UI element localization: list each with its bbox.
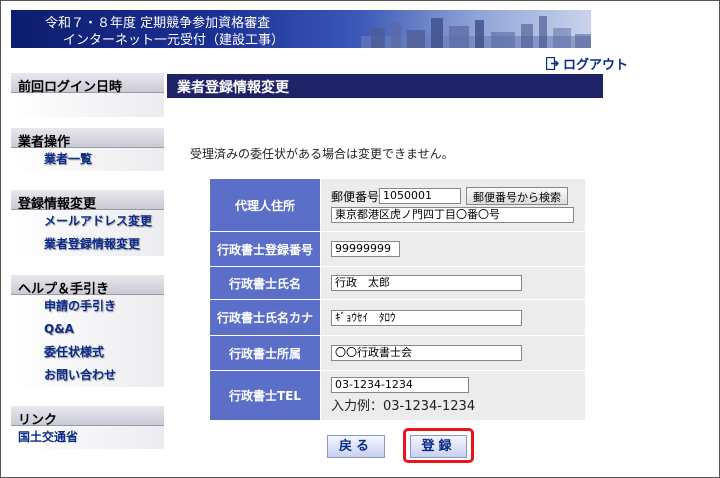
sidebar-section-help: ヘルプ＆手引き 申請の手引き Q&A 委任状様式 お問い合わせ xyxy=(11,275,164,387)
sidebar-item-company-list[interactable]: 業者一覧 xyxy=(11,148,164,171)
sidebar-last-login: 前回ログイン日時 xyxy=(11,73,164,117)
last-login-value xyxy=(11,93,164,117)
sidebar-heading-help: ヘルプ＆手引き xyxy=(11,275,164,297)
logout-icon xyxy=(546,57,559,70)
sidebar-item-qa[interactable]: Q&A xyxy=(11,318,164,341)
logout-link[interactable]: ログアウト xyxy=(546,54,628,73)
sidebar-item-contact[interactable]: お問い合わせ xyxy=(11,364,164,387)
notice-text: 受理済みの委任状がある場合は変更できません。 xyxy=(190,147,454,161)
row-kana: 行政書士氏名カナ ｷﾞｮｳｾｲ ﾀﾛｳ xyxy=(209,299,586,336)
tel-example-text: 入力例：03-1234-1234 xyxy=(331,399,476,414)
sidebar-heading-ops: 業者操作 xyxy=(11,128,164,150)
postal-code-input[interactable]: 1050001 xyxy=(379,188,462,204)
sidebar-item-proxy-form[interactable]: 委任状様式 xyxy=(11,341,164,364)
name-label: 行政書士氏名 xyxy=(209,266,321,300)
office-input[interactable]: 〇〇行政書士会 xyxy=(331,345,522,361)
row-tel: 行政書士TEL 03-1234-1234 入力例：03-1234-1234 xyxy=(209,370,586,421)
header-title-line2: インターネット一元受付（建設工事） xyxy=(63,33,285,48)
sidebar-item-email-change[interactable]: メールアドレス変更 xyxy=(11,210,164,233)
tel-input[interactable]: 03-1234-1234 xyxy=(331,377,469,393)
sidebar-item-guide[interactable]: 申請の手引き xyxy=(11,295,164,318)
address-input[interactable]: 東京都港区虎ノ門四丁目〇番〇号 xyxy=(331,207,574,223)
sidebar-heading-link: リンク xyxy=(11,406,164,428)
postal-search-button[interactable]: 郵便番号から検索 xyxy=(466,187,569,205)
sidebar-item-company-info-change[interactable]: 業者登録情報変更 xyxy=(11,233,164,256)
kana-label: 行政書士氏名カナ xyxy=(209,299,321,336)
sidebar-item-mlit[interactable]: 国土交通省 xyxy=(11,426,164,449)
sidebar-heading-reg: 登録情報変更 xyxy=(11,190,164,212)
address-label: 代理人住所 xyxy=(209,178,321,232)
reg-no-input[interactable]: 99999999 xyxy=(331,241,400,257)
row-address: 代理人住所 郵便番号 1050001 郵便番号から検索 東京都港区虎ノ門四丁目〇… xyxy=(209,178,586,232)
row-name: 行政書士氏名 行政 太郎 xyxy=(209,266,586,300)
row-reg-no: 行政書士登録番号 99999999 xyxy=(209,231,586,267)
sidebar-section-reg: 登録情報変更 メールアドレス変更 業者登録情報変更 xyxy=(11,190,164,256)
reg-no-label: 行政書士登録番号 xyxy=(209,231,321,267)
postal-label: 郵便番号 xyxy=(331,189,380,204)
page-title: 業者登録情報変更 xyxy=(167,74,603,98)
row-office: 行政書士所属 〇〇行政書士会 xyxy=(209,335,586,371)
sidebar-section-link: リンク 国土交通省 xyxy=(11,406,164,449)
city-skyline-image xyxy=(361,16,591,48)
name-input[interactable]: 行政 太郎 xyxy=(331,275,522,291)
logout-label[interactable]: ログアウト xyxy=(563,54,628,73)
header-banner: 令和７・８年度 定期競争参加資格審査 インターネット一元受付（建設工事） xyxy=(11,10,591,48)
office-label: 行政書士所属 xyxy=(209,335,321,371)
sidebar-section-ops: 業者操作 業者一覧 xyxy=(11,128,164,171)
kana-input[interactable]: ｷﾞｮｳｾｲ ﾀﾛｳ xyxy=(331,309,522,326)
tel-label: 行政書士TEL xyxy=(209,370,321,421)
agent-info-form: 代理人住所 郵便番号 1050001 郵便番号から検索 東京都港区虎ノ門四丁目〇… xyxy=(209,178,586,421)
sidebar-heading-last-login: 前回ログイン日時 xyxy=(11,73,164,95)
back-button[interactable]: 戻る xyxy=(327,435,385,458)
register-button[interactable]: 登録 xyxy=(410,435,467,458)
